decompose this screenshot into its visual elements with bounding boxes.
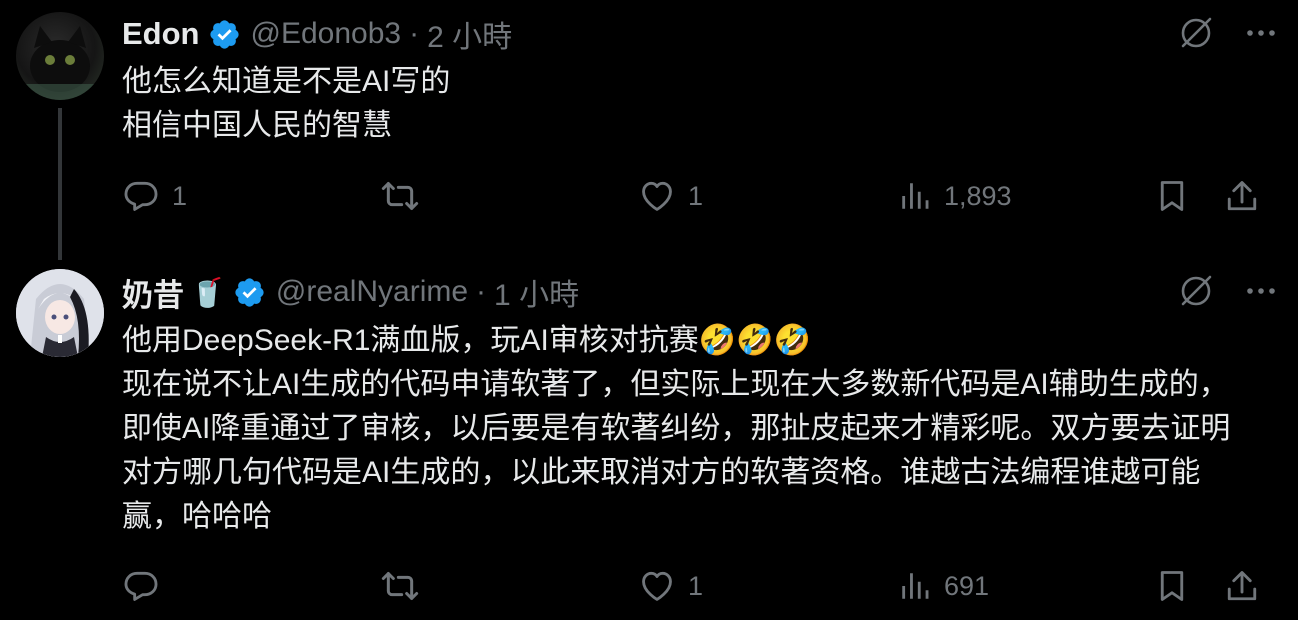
tweet-text: 他怎么知道是不是AI写的 相信中国人民的智慧: [122, 65, 451, 142]
bookmark-button[interactable]: [1154, 176, 1190, 216]
timestamp[interactable]: 2 小時: [427, 12, 512, 56]
avatar[interactable]: [16, 12, 104, 100]
views-button[interactable]: 1,893: [898, 176, 1012, 216]
tweet[interactable]: Edon @Edonob3 · 2 小時 他怎么知道是不是AI写的 相信中国人民…: [0, 0, 1298, 260]
verified-badge-icon: [233, 276, 266, 309]
tweet-text: 他用DeepSeek-R1满血版，玩AI审核对抗赛🤣🤣🤣 现在说不让AI生成的代…: [122, 324, 1231, 533]
tweet-header: Edon @Edonob3 · 2 小時: [122, 14, 512, 54]
views-count: 1,893: [944, 180, 1012, 211]
author-name[interactable]: 奶昔: [122, 270, 184, 315]
author-name[interactable]: Edon: [122, 16, 200, 52]
reply-count: 1: [172, 180, 188, 211]
timestamp[interactable]: 1 小時: [494, 270, 579, 314]
tweet-actions: 1 1 1,893: [122, 176, 1262, 216]
like-button[interactable]: 1: [638, 566, 703, 606]
views-button[interactable]: 691: [898, 566, 989, 606]
tweet-top-icons: [1178, 273, 1278, 309]
verified-badge-icon: [208, 18, 241, 51]
reply-button[interactable]: [122, 566, 172, 606]
like-count: 1: [688, 570, 704, 601]
views-count: 691: [944, 570, 990, 601]
tweet-actions: 1 691: [122, 566, 1262, 606]
more-icon[interactable]: [1244, 274, 1278, 308]
grok-icon[interactable]: [1178, 15, 1214, 51]
like-count: 1: [688, 180, 704, 211]
share-button[interactable]: [1224, 176, 1260, 216]
bookmark-button[interactable]: [1154, 566, 1190, 606]
repost-button[interactable]: [380, 176, 432, 216]
grok-icon[interactable]: [1178, 273, 1214, 309]
tweet-header: 奶昔 🥤 @realNyarime · 1 小時: [122, 270, 579, 315]
separator-dot: ·: [476, 275, 487, 308]
thread-line: [58, 108, 62, 260]
tweet-top-icons: [1178, 15, 1278, 51]
author-handle[interactable]: @Edonob3: [251, 17, 402, 51]
reply-button[interactable]: 1: [122, 176, 187, 216]
separator-dot: ·: [409, 17, 420, 50]
author-handle[interactable]: @realNyarime: [276, 275, 468, 309]
share-button[interactable]: [1224, 566, 1260, 606]
tweet[interactable]: 奶昔 🥤 @realNyarime · 1 小時 他用DeepSeek-R1满血…: [0, 255, 1298, 620]
avatar[interactable]: [16, 269, 104, 357]
name-emoji: 🥤: [190, 276, 225, 308]
repost-button[interactable]: [380, 566, 432, 606]
more-icon[interactable]: [1244, 16, 1278, 50]
like-button[interactable]: 1: [638, 176, 703, 216]
